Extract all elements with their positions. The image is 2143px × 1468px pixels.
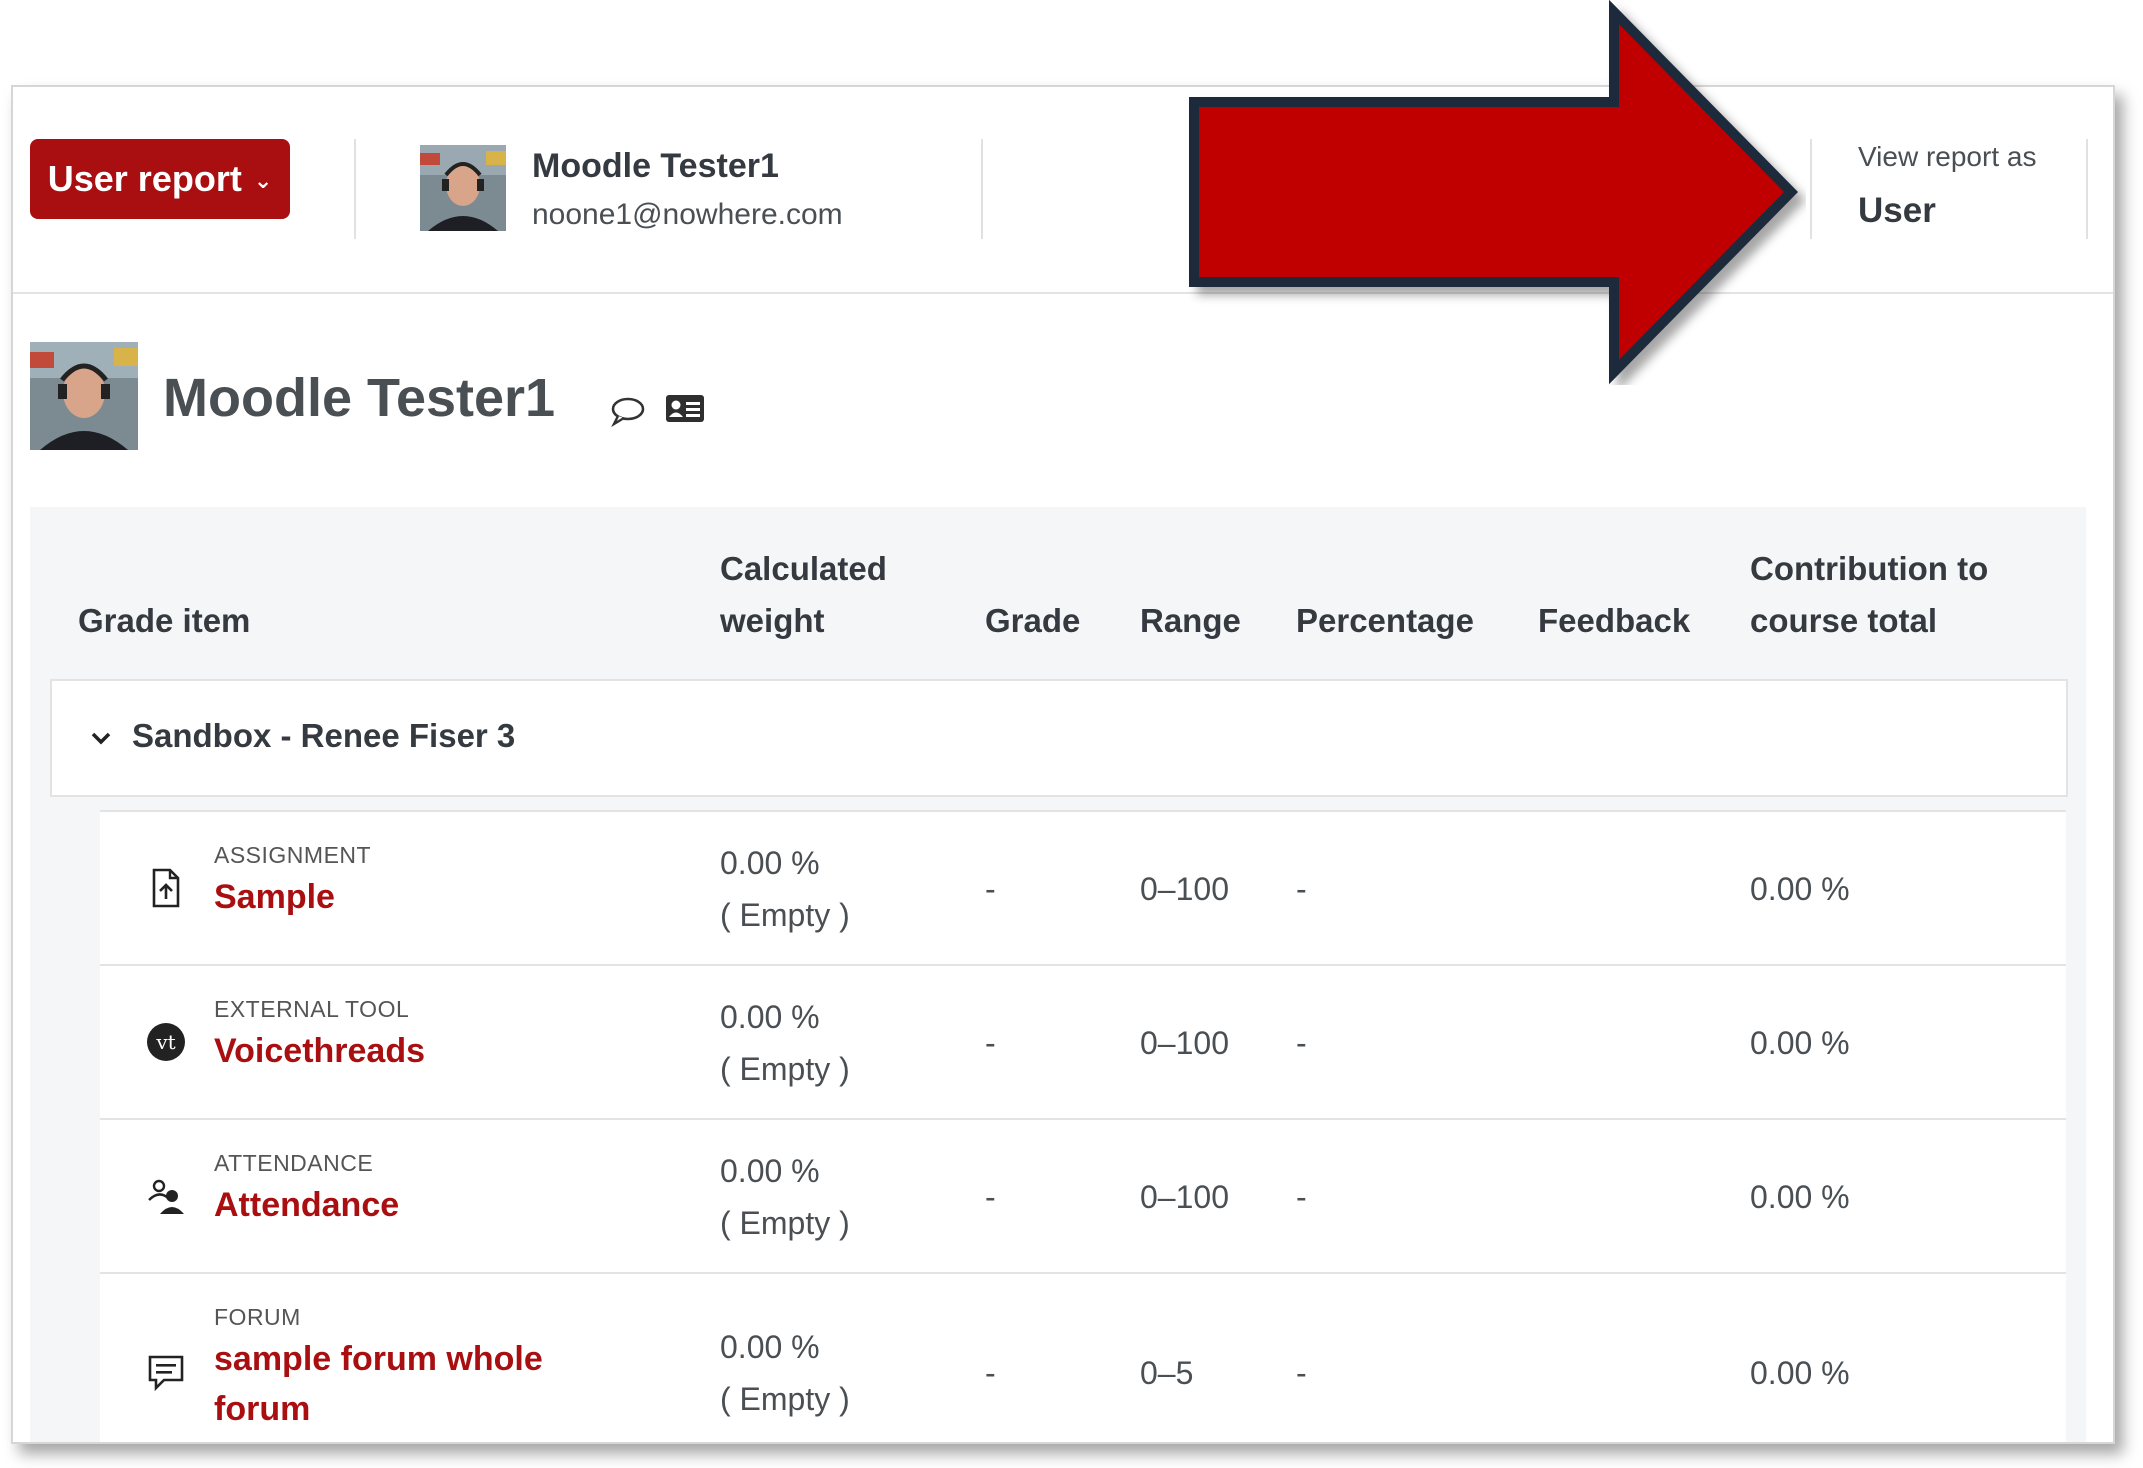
contact-card-icon[interactable] bbox=[665, 392, 705, 424]
weight-note: ( Empty ) bbox=[720, 1381, 850, 1417]
voicethread-vt-icon: vt bbox=[147, 1023, 185, 1061]
weight-value: 0.00 % bbox=[720, 845, 820, 881]
column-header-percentage: Percentage bbox=[1296, 602, 1474, 639]
contribution-value: 0.00 % bbox=[1750, 871, 1850, 907]
callout-arrow bbox=[1189, 0, 1799, 385]
report-selector-label: User report bbox=[47, 158, 242, 199]
column-header-contribution-line2: course total bbox=[1750, 602, 1938, 639]
user-grade-table: Grade item Calculated weight Grade Range… bbox=[30, 507, 2086, 1442]
percentage-value: - bbox=[1296, 1179, 1307, 1215]
percentage-value: - bbox=[1296, 871, 1307, 907]
grade-item-link[interactable]: Sample bbox=[214, 872, 594, 922]
weight-note: ( Empty ) bbox=[720, 1205, 850, 1241]
column-header-grade-item: Grade item bbox=[78, 602, 251, 639]
forum-message-icon bbox=[148, 1355, 184, 1392]
weight-note: ( Empty ) bbox=[720, 897, 850, 933]
view-as-label: View report as bbox=[1858, 141, 2037, 172]
grade-item-link[interactable]: Voicethreads bbox=[214, 1026, 594, 1076]
header-user-name: Moodle Tester1 bbox=[532, 147, 779, 185]
table-row: ATTENDANCE Attendance 0.00 % ( Empty ) -… bbox=[100, 1118, 2066, 1272]
grade-item-link[interactable]: Attendance bbox=[214, 1180, 594, 1230]
grade-item-link[interactable]: sample forum whole forum bbox=[214, 1334, 594, 1434]
grade-value: - bbox=[985, 1355, 996, 1391]
column-header-contribution-line1: Contribution to bbox=[1750, 550, 1989, 587]
range-value: 0–100 bbox=[1140, 871, 1229, 907]
weight-value: 0.00 % bbox=[720, 1153, 820, 1189]
range-value: 0–100 bbox=[1140, 1179, 1229, 1215]
column-header-range: Range bbox=[1140, 602, 1241, 639]
weight-value: 0.00 % bbox=[720, 1329, 820, 1365]
chevron-down-icon: ⌄ bbox=[253, 168, 273, 193]
assignment-upload-icon bbox=[152, 868, 180, 908]
column-header-weight-line1: Calculated bbox=[720, 550, 887, 587]
column-header-weight-line2: weight bbox=[720, 602, 825, 639]
message-icon[interactable] bbox=[610, 395, 646, 427]
grade-value: - bbox=[985, 871, 996, 907]
weight-value: 0.00 % bbox=[720, 999, 820, 1035]
grade-value: - bbox=[985, 1025, 996, 1061]
header-user-email: noone1@nowhere.com bbox=[532, 198, 843, 231]
divider bbox=[354, 139, 356, 239]
item-type: ATTENDANCE bbox=[214, 1150, 374, 1176]
grade-value: - bbox=[985, 1179, 996, 1215]
contribution-value: 0.00 % bbox=[1750, 1025, 1850, 1061]
range-value: 0–100 bbox=[1140, 1025, 1229, 1061]
view-as-selector[interactable]: User bbox=[1858, 191, 1936, 231]
category-row: Sandbox - Renee Fiser 3 bbox=[50, 679, 2068, 797]
table-row: FORUM sample forum whole forum 0.00 % ( … bbox=[100, 1272, 2066, 1442]
contribution-value: 0.00 % bbox=[1750, 1179, 1850, 1215]
range-value: 0–5 bbox=[1140, 1355, 1194, 1391]
column-header-feedback: Feedback bbox=[1538, 602, 1691, 639]
svg-text:vt: vt bbox=[155, 1030, 175, 1054]
item-type: ASSIGNMENT bbox=[214, 842, 372, 868]
weight-note: ( Empty ) bbox=[720, 1051, 850, 1087]
table-row: ASSIGNMENT Sample 0.00 % ( Empty ) - 0–1… bbox=[100, 810, 2066, 964]
column-header-weight: Calculated weight bbox=[720, 543, 887, 647]
percentage-value: - bbox=[1296, 1025, 1307, 1061]
user-avatar-small[interactable] bbox=[420, 145, 506, 231]
divider bbox=[1810, 139, 1812, 239]
grade-item-rows: ASSIGNMENT Sample 0.00 % ( Empty ) - 0–1… bbox=[100, 810, 2066, 1442]
contribution-value: 0.00 % bbox=[1750, 1355, 1850, 1391]
table-row: vt EXTERNAL TOOL Voicethreads 0.00 % ( E… bbox=[100, 964, 2066, 1118]
item-type: EXTERNAL TOOL bbox=[214, 996, 410, 1022]
user-avatar-large[interactable] bbox=[30, 342, 138, 450]
divider bbox=[2086, 139, 2088, 239]
column-header-contribution: Contribution to course total bbox=[1750, 543, 1988, 647]
page-title: Moodle Tester1 bbox=[163, 368, 556, 428]
divider bbox=[981, 139, 983, 239]
item-type: FORUM bbox=[214, 1304, 301, 1330]
report-selector-button[interactable]: User report ⌄ bbox=[30, 139, 290, 219]
column-header-grade: Grade bbox=[985, 602, 1081, 639]
chevron-down-icon[interactable] bbox=[88, 725, 114, 751]
attendance-people-icon bbox=[148, 1179, 184, 1214]
percentage-value: - bbox=[1296, 1355, 1307, 1391]
category-name: Sandbox - Renee Fiser 3 bbox=[132, 717, 516, 754]
